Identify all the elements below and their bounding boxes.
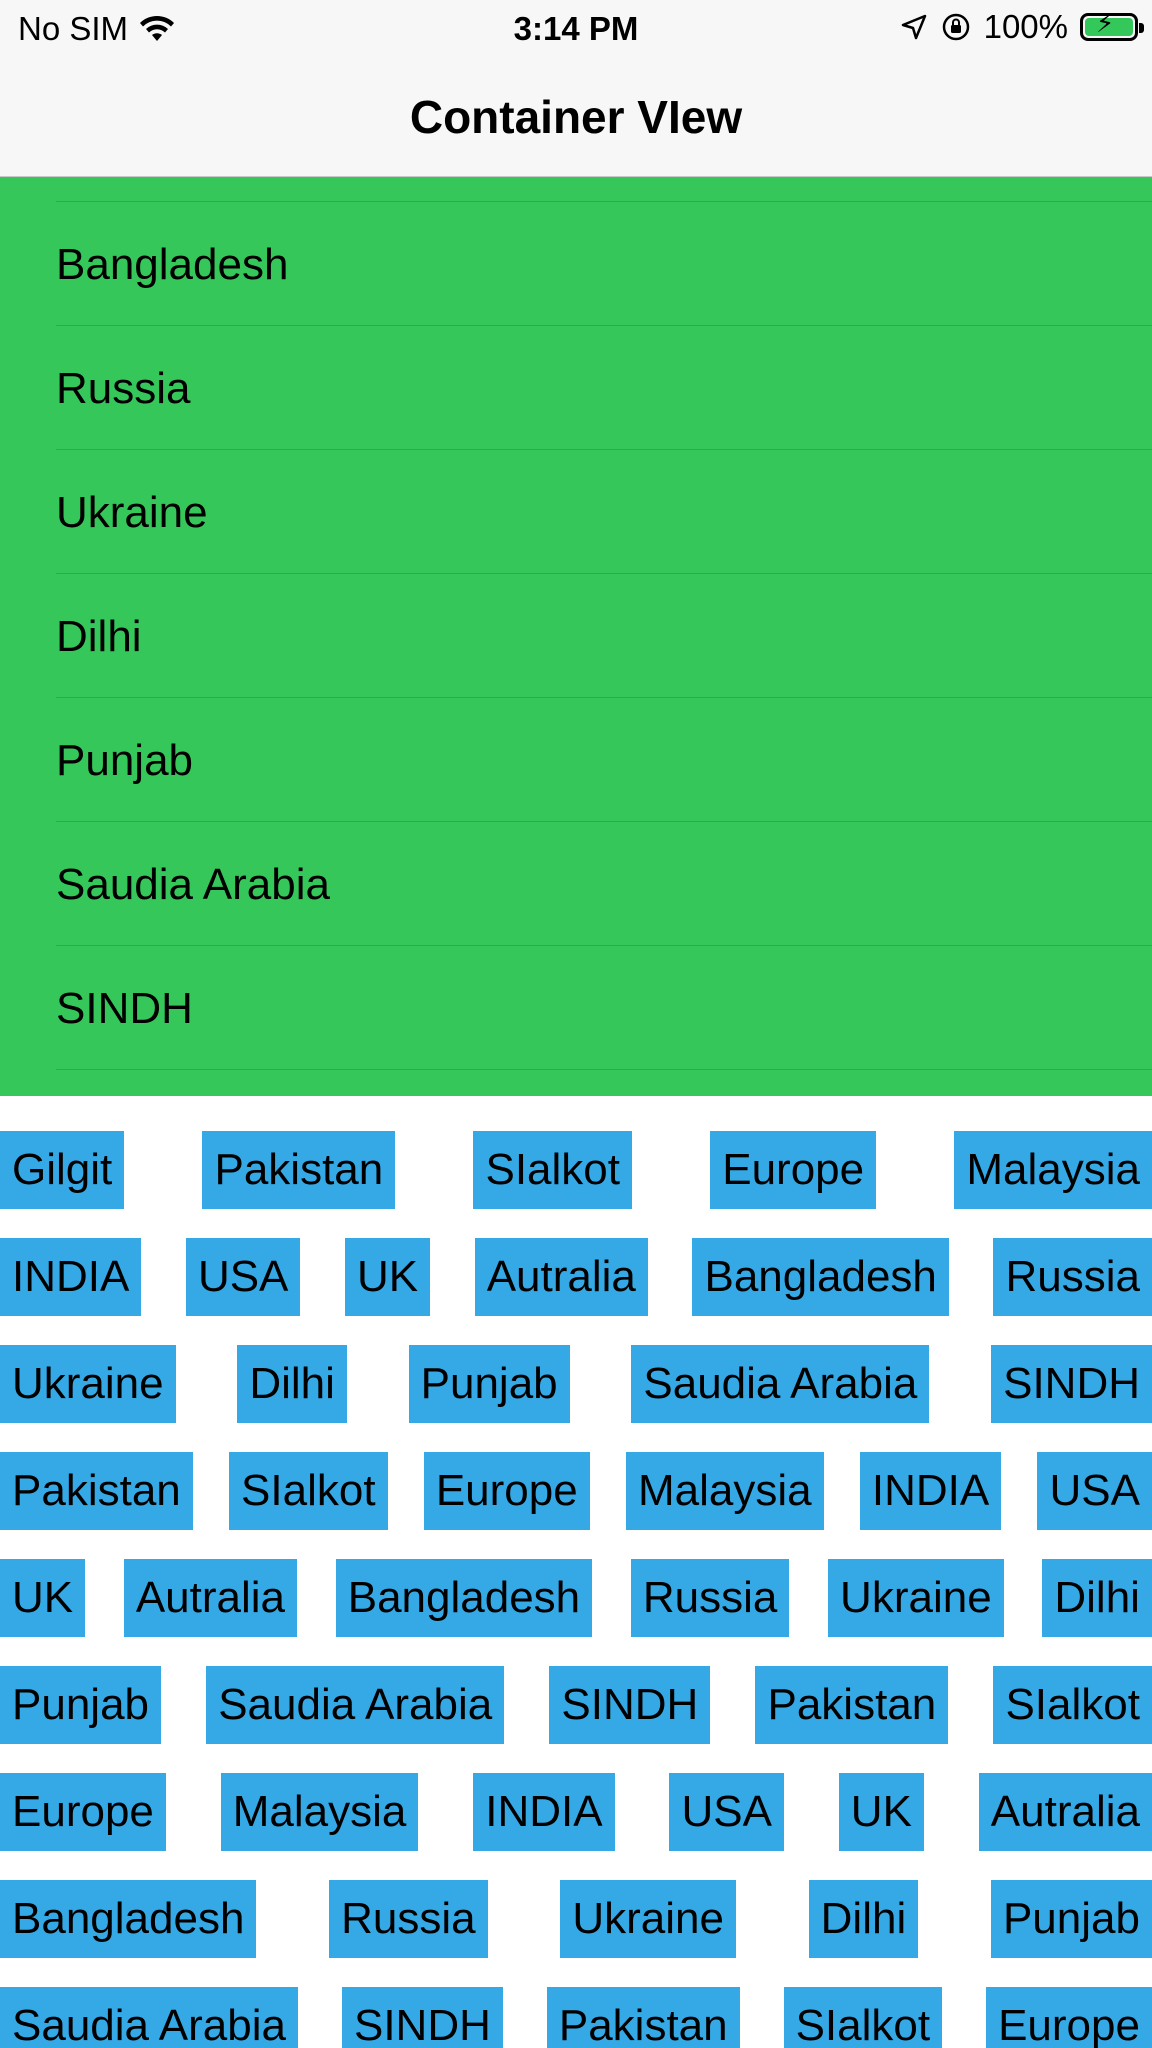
tag-chip[interactable]: Punjab	[990, 1880, 1152, 1958]
tag-row: INDIA USA UK Autralia Bangladesh Russia	[0, 1237, 1152, 1317]
tag-chip[interactable]: UK	[838, 1773, 924, 1851]
table-row[interactable]: Bangladesh	[56, 202, 1152, 326]
tag-chip[interactable]: SIalkot	[229, 1452, 388, 1530]
location-icon	[901, 14, 926, 40]
tag-chip[interactable]: USA	[669, 1773, 784, 1851]
orientation-lock-icon	[942, 13, 969, 41]
tag-chip[interactable]: Saudia Arabia	[206, 1666, 505, 1744]
tag-collection[interactable]: Gilgit Pakistan SIalkot Europe Malaysia INDIA…	[0, 1096, 1152, 2048]
tag-chip[interactable]: Bangladesh	[692, 1238, 949, 1316]
tag-chip[interactable]: Saudia Arabia	[0, 1987, 298, 2048]
tag-row: Bangladesh Russia Ukraine Dilhi Punjab	[0, 1879, 1152, 1959]
tag-chip[interactable]: Russia	[993, 1238, 1152, 1316]
table-row-label: Dilhi	[56, 612, 142, 661]
tag-chip[interactable]: INDIA	[0, 1238, 142, 1316]
tag-chip[interactable]: USA	[185, 1238, 301, 1316]
tag-chip[interactable]: Malaysia	[954, 1131, 1152, 1209]
table-row-label: Saudia Arabia	[56, 860, 330, 909]
table-row-label: SINDH	[56, 984, 193, 1033]
tag-chip[interactable]: Malaysia	[625, 1452, 824, 1530]
country-table-rows: Autralia Bangladesh Russia Ukraine Dilhi Punj…	[0, 177, 1152, 1070]
table-row[interactable]: Autralia	[56, 177, 1152, 202]
tag-chip[interactable]: Autralia	[978, 1773, 1152, 1851]
tag-row: Punjab Saudia Arabia SINDH Pakistan SIalkot	[0, 1665, 1152, 1745]
tag-chip[interactable]: Punjab	[0, 1666, 162, 1744]
tag-chip[interactable]: Pakistan	[546, 1987, 740, 2048]
tag-chip[interactable]: Bangladesh	[0, 1880, 257, 1958]
tag-chip[interactable]: Ukraine	[828, 1559, 1004, 1637]
tag-chip[interactable]: Dilhi	[808, 1880, 919, 1958]
page-title: Container VIew	[409, 91, 743, 143]
table-row[interactable]: Dilhi	[56, 574, 1152, 698]
table-row[interactable]: Ukraine	[56, 450, 1152, 574]
table-row[interactable]: Saudia Arabia	[56, 822, 1152, 946]
tag-chip[interactable]: SINDH	[991, 1345, 1152, 1423]
tag-chip[interactable]: Dilhi	[1042, 1559, 1152, 1637]
tag-chip[interactable]: Europe	[986, 1987, 1152, 2048]
tag-row: Pakistan SIalkot Europe Malaysia INDIA USA	[0, 1451, 1152, 1531]
table-row-label: Punjab	[56, 736, 194, 785]
tag-chip[interactable]: INDIA	[859, 1452, 1002, 1530]
tag-row: Europe Malaysia INDIA USA UK Autralia	[0, 1772, 1152, 1852]
tag-chip[interactable]: SIalkot	[993, 1666, 1152, 1744]
tag-row: Gilgit Pakistan SIalkot Europe Malaysia	[0, 1130, 1152, 1210]
battery-percent: 100%	[983, 8, 1068, 45]
navigation-bar: Container VIew	[0, 58, 1152, 177]
tag-chip[interactable]: Russia	[329, 1880, 488, 1958]
tag-row: UK Autralia Bangladesh Russia Ukraine Dilhi	[0, 1558, 1152, 1638]
status-right: 100% ⚡	[900, 8, 1144, 46]
tag-row: Saudia Arabia SINDH Pakistan SIalkot Europe	[0, 1986, 1152, 2048]
tag-chip[interactable]: SINDH	[341, 1987, 503, 2048]
tag-chip[interactable]: Europe	[710, 1131, 877, 1209]
tag-chip[interactable]: Europe	[0, 1773, 166, 1851]
tag-chip[interactable]: UK	[345, 1238, 431, 1316]
tag-chip[interactable]: Pakistan	[202, 1131, 396, 1209]
tag-chip[interactable]: Pakistan	[0, 1452, 193, 1530]
tag-chip[interactable]: Europe	[423, 1452, 590, 1530]
battery-charging-icon: ⚡	[1080, 10, 1144, 41]
tag-chip[interactable]: SIalkot	[783, 1987, 943, 2048]
status-bar: No SIM 3:14 PM 100% ⚡	[0, 0, 1152, 58]
table-row-label: Bangladesh	[56, 240, 289, 289]
tag-chip[interactable]: Saudia Arabia	[631, 1345, 930, 1423]
tag-chip[interactable]: Gilgit	[0, 1131, 125, 1209]
tag-chip[interactable]: Dilhi	[237, 1345, 347, 1423]
tag-chip[interactable]: Russia	[630, 1559, 790, 1637]
tag-chip[interactable]: Bangladesh	[335, 1559, 593, 1637]
tag-chip[interactable]: SIalkot	[473, 1131, 632, 1209]
table-row-label: Ukraine	[56, 488, 208, 537]
table-row[interactable]: Punjab	[56, 698, 1152, 822]
tag-row: Ukraine Dilhi Punjab Saudia Arabia SINDH	[0, 1344, 1152, 1424]
tag-chip[interactable]: Autralia	[123, 1559, 298, 1637]
tag-chip[interactable]: SINDH	[549, 1666, 711, 1744]
tag-chip[interactable]: UK	[0, 1559, 86, 1637]
tag-chip[interactable]: Autralia	[474, 1238, 648, 1316]
tag-chip[interactable]: USA	[1037, 1452, 1152, 1530]
table-row[interactable]: SINDH	[56, 946, 1152, 1070]
tag-chip[interactable]: Ukraine	[0, 1345, 176, 1423]
table-row-label: Russia	[56, 364, 191, 413]
tag-chip[interactable]: Punjab	[408, 1345, 570, 1423]
tag-chip[interactable]: Ukraine	[560, 1880, 736, 1958]
country-table[interactable]: Autralia Bangladesh Russia Ukraine Dilhi Punj…	[0, 177, 1152, 1096]
tag-chip[interactable]: INDIA	[473, 1773, 615, 1851]
table-row[interactable]: Russia	[56, 326, 1152, 450]
tag-chip[interactable]: Pakistan	[755, 1666, 949, 1744]
tag-chip[interactable]: Malaysia	[220, 1773, 419, 1851]
